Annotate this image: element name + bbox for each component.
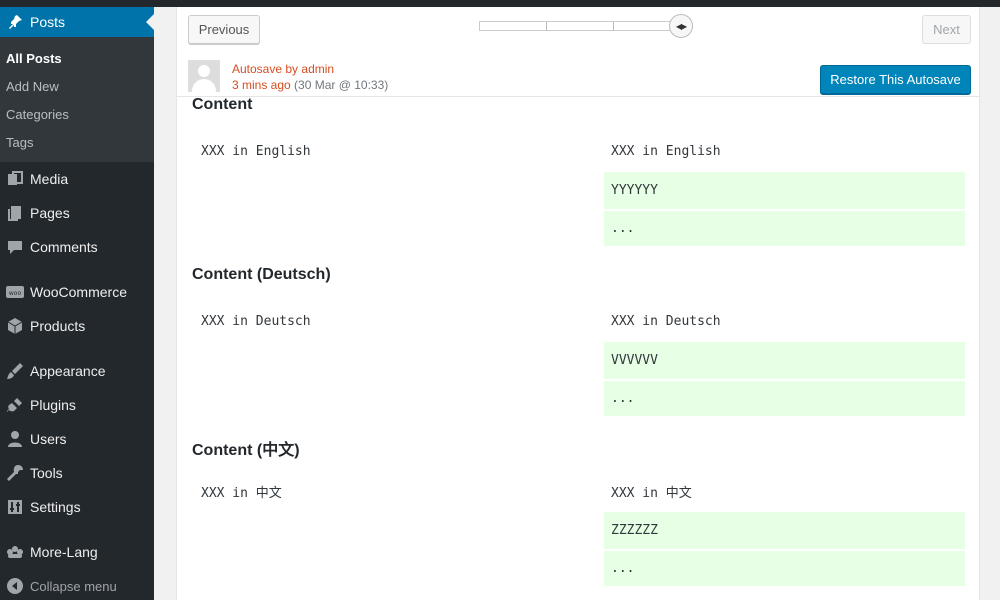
avatar	[188, 60, 220, 92]
more-lang-icon	[0, 543, 30, 561]
submenu-tags[interactable]: Tags	[0, 128, 154, 156]
sidebar-item-label: Products	[30, 318, 86, 334]
sidebar-item-pages[interactable]: Pages	[0, 196, 154, 230]
restore-autosave-button[interactable]: Restore This Autosave	[820, 65, 971, 94]
slider-tick	[546, 22, 547, 31]
diff-added-line: VVVVVV	[604, 342, 965, 379]
submenu-all-posts[interactable]: All Posts	[0, 44, 154, 72]
revisions-panel: Previous ◀▶ Next Autosave by admin 3 min…	[176, 7, 980, 600]
sidebar-item-label: Users	[30, 431, 67, 447]
sidebar-item-label: Appearance	[30, 363, 106, 379]
pushpin-icon	[0, 14, 30, 30]
collapse-arrow-icon	[0, 578, 30, 594]
sidebar-item-products[interactable]: Products	[0, 309, 154, 343]
diff-right-line: XXX in Deutsch	[611, 313, 721, 329]
diff-added-line: YYYYYY	[604, 172, 965, 209]
collapse-menu-button[interactable]: Collapse menu	[0, 569, 154, 600]
previous-button[interactable]: Previous	[188, 15, 260, 44]
sidebar-item-label: Plugins	[30, 397, 76, 413]
slider-tick	[613, 22, 614, 31]
products-icon	[0, 317, 30, 335]
sidebar-item-woocommerce[interactable]: woo WooCommerce	[0, 275, 154, 309]
pages-icon	[0, 204, 30, 222]
absolute-time: (30 Mar @ 10:33)	[294, 78, 389, 92]
sidebar-item-label: Media	[30, 171, 69, 187]
diff-right-line: XXX in 中文	[611, 485, 692, 501]
submenu-add-new[interactable]: Add New	[0, 72, 154, 100]
relative-time: 3 mins ago	[232, 78, 291, 92]
comments-icon	[0, 238, 30, 256]
sidebar-item-appearance[interactable]: Appearance	[0, 354, 154, 388]
current-menu-arrow	[146, 14, 154, 30]
sidebar-item-users[interactable]: Users	[0, 422, 154, 456]
diff-section-title: Content	[192, 96, 253, 113]
author-link[interactable]: admin	[301, 62, 334, 76]
diff-right-line: XXX in English	[611, 143, 721, 159]
settings-icon	[0, 498, 30, 516]
wrench-icon	[0, 464, 30, 482]
sidebar-item-label: Tools	[30, 465, 63, 481]
slider-handle[interactable]: ◀▶	[669, 14, 693, 38]
diff-added-line: ...	[604, 551, 965, 586]
revision-slider-track[interactable]	[479, 21, 691, 31]
revision-author-info: Autosave by admin 3 mins ago (30 Mar @ 1…	[232, 61, 388, 93]
plugin-icon	[0, 396, 30, 414]
diff-added-line: ZZZZZZ	[604, 512, 965, 549]
sidebar-item-label: Settings	[30, 499, 81, 515]
sidebar-item-settings[interactable]: Settings	[0, 490, 154, 524]
submenu-categories[interactable]: Categories	[0, 100, 154, 128]
revisions-header: Previous ◀▶ Next Autosave by admin 3 min…	[177, 7, 979, 97]
diff-section-title: Content (中文)	[192, 442, 300, 459]
posts-submenu: All Posts Add New Categories Tags	[0, 37, 154, 162]
diff-section-title: Content (Deutsch)	[192, 266, 331, 283]
collapse-menu-label: Collapse menu	[30, 578, 117, 594]
diff-added-line: ...	[604, 381, 965, 416]
avatar-head	[198, 65, 210, 77]
sidebar-item-more-lang[interactable]: More-Lang	[0, 535, 154, 569]
next-button[interactable]: Next	[922, 15, 971, 44]
woocommerce-icon: woo	[0, 284, 30, 300]
diff-left-line: XXX in English	[201, 143, 311, 159]
sidebar-item-posts[interactable]: Posts	[0, 7, 154, 37]
diff-left-line: XXX in 中文	[201, 485, 282, 501]
sidebar-item-media[interactable]: Media	[0, 162, 154, 196]
sidebar-item-label: More-Lang	[30, 544, 98, 560]
slider-arrows-icon: ◀▶	[675, 21, 687, 31]
admin-bar	[0, 0, 1000, 7]
sidebar-item-plugins[interactable]: Plugins	[0, 388, 154, 422]
diff-left-line: XXX in Deutsch	[201, 313, 311, 329]
sidebar-item-label: Posts	[30, 14, 66, 30]
diff-added-line: ...	[604, 211, 965, 246]
sidebar-item-label: Comments	[30, 239, 98, 255]
avatar-body	[192, 79, 216, 92]
media-icon	[0, 170, 30, 188]
brush-icon	[0, 362, 30, 380]
sidebar-item-label: WooCommerce	[30, 284, 127, 300]
svg-text:woo: woo	[9, 290, 22, 297]
author-prefix: Autosave by	[232, 62, 299, 76]
sidebar-item-comments[interactable]: Comments	[0, 230, 154, 264]
admin-sidebar: Posts All Posts Add New Categories Tags …	[0, 7, 154, 600]
sidebar-item-tools[interactable]: Tools	[0, 456, 154, 490]
users-icon	[0, 430, 30, 448]
sidebar-item-label: Pages	[30, 205, 70, 221]
